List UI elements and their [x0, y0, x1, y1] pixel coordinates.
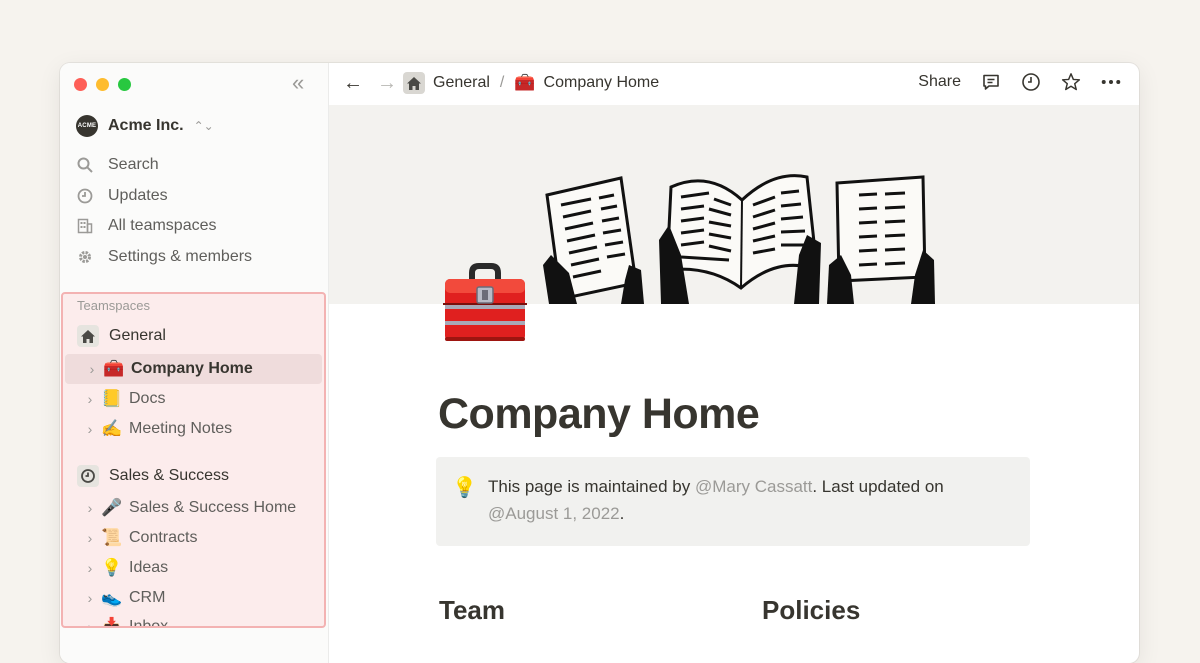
chevron-right-icon[interactable]: ›	[83, 500, 97, 516]
history-icon	[77, 465, 99, 487]
history-nav: ← →	[343, 72, 397, 95]
app-window: « ACME Acme Inc. ⌃⌄ Search Updates All t…	[60, 63, 1139, 663]
chevron-right-icon[interactable]: ›	[83, 530, 97, 546]
comment-icon[interactable]	[981, 72, 1001, 92]
inbox-icon: 📥	[101, 617, 123, 628]
page-label: Company Home	[131, 360, 253, 377]
callout-text-part: .	[619, 504, 625, 523]
page-label: Inbox	[129, 618, 169, 628]
notebook-icon: 📒	[101, 389, 123, 408]
chevron-right-icon[interactable]: ›	[83, 590, 97, 606]
close-window-button[interactable]	[74, 78, 87, 91]
sidebar-item-label: Settings & members	[108, 247, 253, 265]
teamspaces-header: Teamspaces	[77, 298, 150, 313]
topbar: ← → General / 🧰 Company Home Share	[329, 63, 1139, 105]
lightbulb-icon: 💡	[101, 558, 123, 577]
shoe-icon: 👟	[101, 588, 123, 607]
newspaper-middle	[659, 174, 821, 304]
sidebar-page-sales-success-home[interactable]: › 🎤 Sales & Success Home	[63, 493, 324, 523]
breadcrumb: General / 🧰 Company Home	[403, 72, 659, 94]
collapse-sidebar-icon[interactable]: «	[292, 72, 304, 94]
page-label: Sales & Success Home	[129, 499, 297, 516]
sidebar-page-company-home[interactable]: › 🧰 Company Home	[65, 354, 322, 384]
workspace-switcher[interactable]: ACME Acme Inc. ⌃⌄	[76, 115, 214, 137]
search-icon	[76, 156, 94, 174]
sidebar-item-label: Search	[108, 156, 159, 174]
teamspace-label: Sales & Success	[109, 467, 230, 484]
main-content: ← → General / 🧰 Company Home Share Compa…	[329, 63, 1139, 663]
more-icon[interactable]	[1101, 72, 1121, 92]
page-title[interactable]: Company Home	[438, 390, 760, 439]
sidebar-page-contracts[interactable]: › 📜 Contracts	[63, 523, 324, 553]
chevron-right-icon[interactable]: ›	[85, 361, 99, 377]
callout-text-part: This page is maintained by	[488, 477, 695, 496]
chevron-right-icon[interactable]: ›	[83, 560, 97, 576]
chevron-right-icon[interactable]: ›	[83, 391, 97, 407]
sidebar-item-search[interactable]: Search	[76, 150, 252, 181]
workspace-logo: ACME	[76, 115, 98, 137]
sidebar-page-crm[interactable]: › 👟 CRM	[63, 583, 324, 613]
window-controls	[74, 78, 131, 91]
sidebar-page-ideas[interactable]: › 💡 Ideas	[63, 553, 324, 583]
gear-icon	[76, 248, 94, 266]
house-icon	[403, 72, 425, 94]
house-icon	[77, 325, 99, 347]
sidebar-item-settings[interactable]: Settings & members	[76, 242, 252, 273]
breadcrumb-general[interactable]: General	[433, 74, 490, 92]
breadcrumb-company-home[interactable]: Company Home	[544, 74, 660, 92]
page-label: Ideas	[129, 559, 169, 576]
sidebar-page-docs[interactable]: › 📒 Docs	[63, 384, 324, 414]
sidebar-item-label: All teamspaces	[108, 217, 217, 235]
teamspace-general[interactable]: General	[63, 321, 324, 351]
star-icon[interactable]	[1061, 72, 1081, 92]
page-label: Meeting Notes	[129, 420, 233, 437]
sidebar-nav: Search Updates All teamspaces Settings &…	[76, 150, 252, 272]
sidebar: « ACME Acme Inc. ⌃⌄ Search Updates All t…	[60, 63, 329, 663]
toolbox-icon: 🧰	[514, 73, 536, 92]
chevron-right-icon[interactable]: ›	[83, 619, 97, 626]
page-label: Docs	[129, 390, 166, 407]
teamspace-label: General	[109, 327, 166, 344]
date-mention[interactable]: @August 1, 2022	[488, 504, 620, 523]
heading-team[interactable]: Team	[439, 595, 505, 626]
heading-policies[interactable]: Policies	[762, 595, 860, 626]
breadcrumb-separator: /	[499, 74, 505, 91]
page-actions: Share	[918, 72, 1121, 92]
microphone-icon: 🎤	[101, 498, 123, 517]
callout-text-part: . Last updated on	[812, 477, 944, 496]
maximize-window-button[interactable]	[118, 78, 131, 91]
forward-arrow-icon[interactable]: →	[377, 72, 397, 95]
newspaper-left	[543, 176, 644, 304]
writing-hand-icon: ✍️	[101, 419, 123, 438]
toolbox-icon: 🧰	[103, 359, 125, 378]
minimize-window-button[interactable]	[96, 78, 109, 91]
lightbulb-icon[interactable]: 💡	[452, 475, 477, 500]
building-icon	[76, 217, 94, 235]
person-mention[interactable]: @Mary Cassatt	[695, 477, 812, 496]
sidebar-item-updates[interactable]: Updates	[76, 181, 252, 212]
workspace-name: Acme Inc.	[108, 117, 184, 134]
up-down-chevron-icon: ⌃⌄	[193, 119, 214, 133]
page-label: Contracts	[129, 529, 198, 546]
teamspaces-section: Teamspaces General › 🧰 Company Home › 📒 …	[61, 292, 326, 628]
sidebar-item-label: Updates	[108, 186, 168, 204]
page-label: CRM	[129, 589, 166, 606]
callout-block[interactable]: 💡 This page is maintained by @Mary Cassa…	[436, 457, 1030, 546]
back-arrow-icon[interactable]: ←	[343, 72, 363, 95]
sidebar-page-meeting-notes[interactable]: › ✍️ Meeting Notes	[63, 414, 324, 444]
clock-icon	[76, 187, 94, 205]
toolbox-icon[interactable]	[439, 259, 531, 347]
callout-text[interactable]: This page is maintained by @Mary Cassatt…	[488, 473, 990, 527]
share-button[interactable]: Share	[918, 73, 961, 91]
scroll-icon: 📜	[101, 528, 123, 547]
chevron-right-icon[interactable]: ›	[83, 421, 97, 437]
clock-icon[interactable]	[1021, 72, 1041, 92]
sidebar-page-inbox[interactable]: › 📥 Inbox	[63, 612, 324, 628]
newspaper-right	[827, 175, 935, 304]
sidebar-item-all-teamspaces[interactable]: All teamspaces	[76, 211, 252, 242]
teamspace-sales-success[interactable]: Sales & Success	[63, 461, 324, 491]
